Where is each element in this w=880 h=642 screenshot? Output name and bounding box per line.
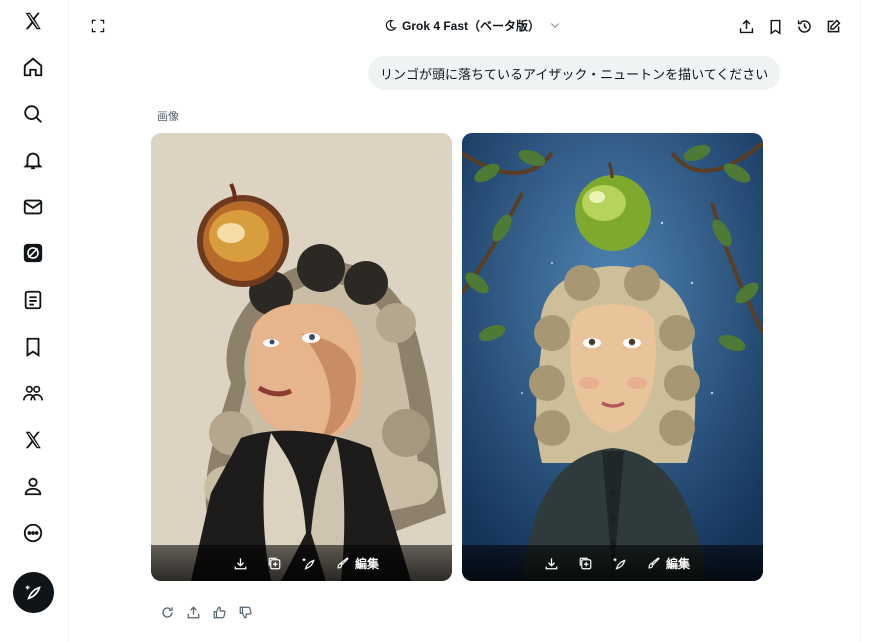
download-icon <box>546 557 558 569</box>
generated-image-card-1[interactable]: 編集 <box>151 133 452 581</box>
thumbs-down-button[interactable] <box>237 604 254 621</box>
regenerate-icon <box>162 607 173 618</box>
x-logo-icon[interactable] <box>20 8 46 34</box>
history-button[interactable] <box>794 16 814 36</box>
thumbs-down-icon <box>239 606 252 619</box>
model-selector[interactable]: Grok 4 Fast（ベータ版） <box>384 14 561 36</box>
edit-image-button[interactable]: 編集 <box>336 555 379 572</box>
grok-remix-button[interactable] <box>603 550 637 576</box>
home-icon[interactable] <box>20 54 46 80</box>
share-response-button[interactable] <box>185 604 202 621</box>
add-to-collection-button[interactable] <box>569 550 603 576</box>
list-icon[interactable] <box>20 287 46 313</box>
brush-icon <box>337 557 349 569</box>
grok-remix-button[interactable] <box>292 550 326 576</box>
bookmark-button[interactable] <box>765 16 785 36</box>
mail-icon[interactable] <box>20 194 46 220</box>
expand-icon <box>91 19 105 33</box>
add-square-icon <box>269 557 281 569</box>
new-chat-button[interactable] <box>823 16 843 36</box>
edit-label: 編集 <box>665 556 690 571</box>
x-premium-icon[interactable] <box>20 427 46 453</box>
download-icon <box>235 557 247 569</box>
bookmark-icon[interactable] <box>20 334 46 360</box>
generated-image-1 <box>151 133 452 581</box>
bell-icon[interactable] <box>20 147 46 173</box>
edit-label: 編集 <box>354 556 379 571</box>
history-icon <box>797 19 811 33</box>
add-square-icon <box>580 557 592 569</box>
chevron-down-icon <box>550 23 560 29</box>
grok-compose-icon <box>25 585 41 600</box>
communities-icon[interactable] <box>20 380 46 406</box>
grok-compose-button[interactable] <box>13 572 54 613</box>
images-label: 画像 <box>157 111 179 123</box>
generated-image-card-2[interactable]: 編集 <box>462 133 763 581</box>
moon-icon <box>385 19 397 31</box>
right-divider <box>860 0 861 642</box>
response-actions <box>159 604 254 621</box>
user-message-text: リンゴが頭に落ちているアイザック・ニュートンを描いてください <box>380 66 769 82</box>
thumbs-up-button[interactable] <box>211 604 228 621</box>
share-icon <box>187 606 200 619</box>
grok-sparkle-icon <box>613 557 627 570</box>
image-toolbar-2: 編集 <box>462 545 763 581</box>
thumbs-up-icon <box>213 606 226 619</box>
share-button[interactable] <box>736 16 756 36</box>
add-to-collection-button[interactable] <box>258 550 292 576</box>
download-button[interactable] <box>535 550 569 576</box>
user-message-bubble: リンゴが頭に落ちているアイザック・ニュートンを描いてください <box>368 56 781 90</box>
edit-image-button[interactable]: 編集 <box>647 555 690 572</box>
sidebar <box>0 0 69 642</box>
grok-sparkle-icon <box>302 557 316 570</box>
grok-icon[interactable] <box>20 240 46 266</box>
more-icon[interactable] <box>20 520 46 546</box>
download-button[interactable] <box>224 550 258 576</box>
expand-button[interactable] <box>88 16 108 36</box>
regenerate-button[interactable] <box>159 604 176 621</box>
bookmark-icon <box>770 19 780 35</box>
generated-image-2 <box>462 133 763 581</box>
model-label: Grok 4 Fast（ベータ版） <box>402 18 541 33</box>
brush-icon <box>648 557 660 569</box>
profile-icon[interactable] <box>20 473 46 499</box>
share-icon <box>739 19 753 33</box>
image-toolbar-1: 編集 <box>151 545 452 581</box>
search-icon[interactable] <box>20 101 46 127</box>
new-chat-icon <box>827 19 840 32</box>
